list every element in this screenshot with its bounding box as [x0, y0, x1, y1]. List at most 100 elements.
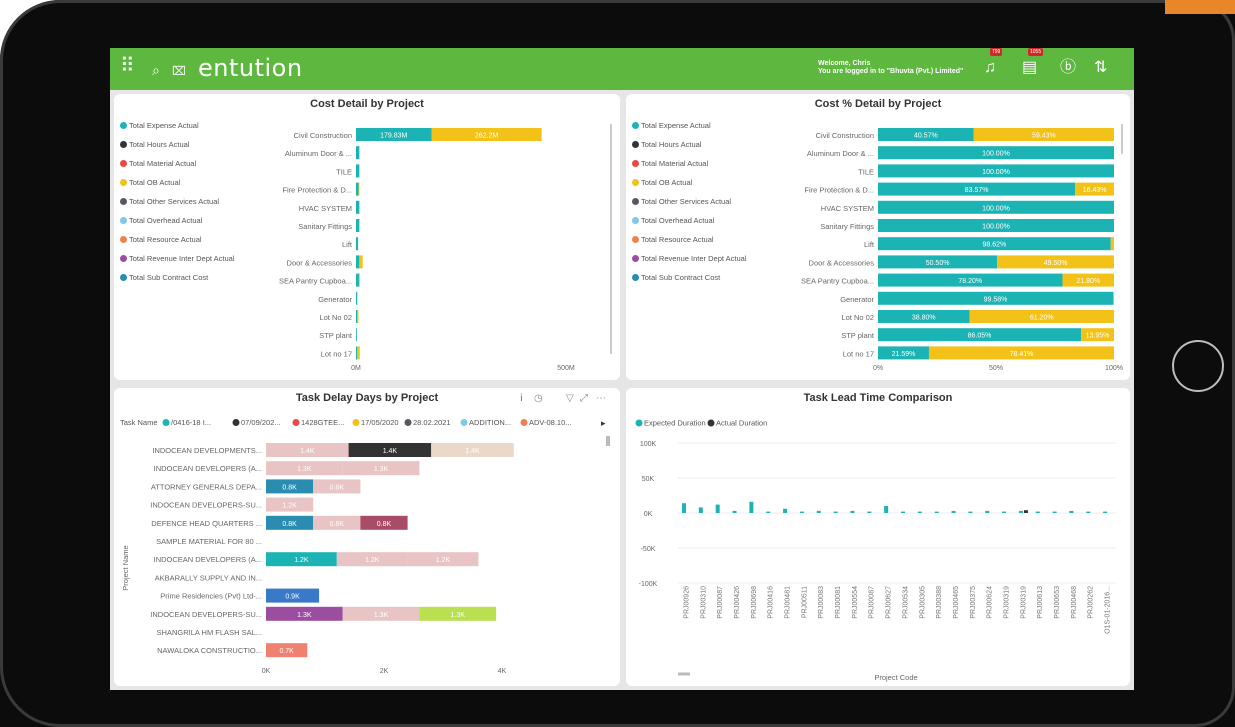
category-label: Lot No 02 — [319, 313, 352, 322]
bar — [901, 511, 905, 513]
category-label: Generator — [840, 295, 874, 304]
bar — [356, 255, 360, 269]
category-label: AKBARALLY SUPPLY AND IN... — [155, 573, 262, 582]
data-label: 0.8K — [330, 521, 345, 528]
y-tick: 50K — [642, 476, 655, 483]
legend-title: Task Name — [120, 418, 158, 427]
bar — [356, 310, 358, 323]
data-label: 1.3K — [451, 612, 466, 619]
legend-dot — [232, 419, 240, 426]
x-tick: PRJ00081 — [835, 586, 842, 619]
category-label: STP plant — [841, 331, 875, 340]
bar — [1103, 511, 1108, 513]
home-button[interactable] — [1172, 340, 1224, 392]
bar — [356, 146, 360, 160]
category-label: INDOCEAN DEVELOPERS (A... — [154, 464, 262, 473]
app-grid-icon[interactable]: ⠿ — [120, 54, 135, 78]
x-tick: PRJ00534 — [902, 586, 909, 619]
x-tick: PRJ00087 — [717, 586, 724, 619]
category-label: DEFENCE HEAD QUARTERS ... — [151, 519, 262, 528]
logo[interactable]: entution — [198, 54, 303, 82]
category-label: SAMPLE MATERIAL FOR 80 ... — [156, 537, 262, 546]
top-bar: ⠿ ⌕ ⌧ entution Welcome, Chris You are lo… — [110, 48, 1134, 90]
x-tick: PRJ00375 — [970, 586, 977, 619]
bar — [917, 511, 922, 513]
data-label: 1.2K — [365, 557, 380, 564]
legend-next-arrow: ▸ — [601, 418, 606, 428]
book-icon[interactable]: ⌧ — [172, 59, 186, 83]
y-tick: 0K — [644, 511, 653, 518]
search-icon[interactable]: ⌕ — [152, 58, 160, 82]
legend-label: Actual Duration — [716, 419, 767, 428]
data-label: 40.57% — [914, 133, 938, 140]
category-label: Door & Accessories — [287, 258, 353, 267]
category-label: HVAC SYSTEM — [299, 204, 352, 213]
data-label: 99.58% — [984, 296, 1008, 303]
cost-detail-chart: Civil Construction 179.83M 262.2M Aluminum … — [279, 124, 612, 372]
x-tick: PRJ00388 — [936, 586, 943, 619]
data-label: 49.50% — [1044, 260, 1068, 267]
task-delay-chart: Task Name/0416-18 I... 07/09/202... 1428GT… — [120, 418, 610, 675]
x-axis-label: Project Code — [874, 673, 917, 682]
bar — [698, 507, 703, 513]
bar — [356, 346, 358, 360]
data-label: 83.57% — [965, 187, 989, 194]
x-tick: PRJ00653 — [1054, 586, 1061, 619]
y-axis-label: Project Name — [121, 545, 130, 590]
clipboard-icon[interactable]: ▤ — [1022, 56, 1037, 80]
data-label: 1.3K — [374, 612, 389, 619]
bell-icon[interactable]: ♫ — [984, 56, 996, 80]
bar — [358, 273, 360, 287]
help-icon[interactable]: ⓑ — [1060, 56, 1076, 80]
bar — [816, 510, 821, 513]
bar — [1035, 511, 1040, 513]
user-settings-icon[interactable]: ⇅ — [1094, 56, 1107, 80]
category-label: Prime Residencies (Pvt) Ltd-... — [160, 592, 262, 601]
category-label: SEA Pantry Cupboa... — [279, 277, 352, 286]
y-tick: -100K — [639, 581, 658, 588]
x-tick: PRJ00627 — [886, 586, 893, 619]
bar — [732, 510, 737, 513]
welcome-text: Welcome, Chris You are logged in to "Bhu… — [818, 60, 963, 76]
bar — [749, 501, 754, 513]
bar — [1018, 510, 1023, 513]
data-label: 100.00% — [982, 205, 1010, 212]
category-label: Sanitary Fittings — [298, 222, 352, 231]
bar — [867, 511, 872, 513]
x-tick: PRJ00624 — [987, 586, 994, 619]
x-tick: 0K — [262, 668, 271, 675]
bar — [985, 510, 990, 513]
category-label: Aluminum Door & ... — [807, 149, 874, 158]
bar — [833, 511, 838, 513]
bar — [682, 503, 686, 513]
x-tick: PRJ00613 — [1037, 586, 1044, 619]
x-tick: PRJ00698 — [751, 586, 758, 619]
legend-label: ADV-08.10... — [529, 418, 572, 427]
data-label: 1.2K — [282, 503, 297, 510]
data-label: 100.00% — [982, 151, 1010, 158]
data-label: 100.00% — [982, 224, 1010, 231]
x-tick: PRJ00319 — [1004, 586, 1011, 619]
bar — [356, 200, 360, 214]
legend-dot — [460, 419, 468, 426]
bar — [356, 164, 360, 178]
category-label: TILE — [336, 167, 352, 176]
data-label: 1.2K — [294, 557, 309, 564]
legend-dot — [520, 419, 528, 426]
bar — [1069, 510, 1074, 513]
category-label: ATTORNEY GENERALS DEPA... — [151, 482, 262, 491]
x-tick: 4K — [498, 668, 507, 675]
data-label: 21.80% — [1076, 278, 1100, 285]
welcome-company: You are logged in to "Bhuvta (Pvt.) Limi… — [818, 68, 964, 75]
bar — [356, 182, 359, 196]
bar — [1113, 291, 1114, 305]
x-tick: PRJ00262 — [1088, 586, 1095, 619]
legend-label: 07/09/202... — [241, 418, 281, 427]
legend-dot — [352, 419, 360, 426]
bar — [1086, 511, 1091, 513]
data-label: 78.41% — [1010, 351, 1034, 358]
category-label: Lift — [342, 240, 353, 249]
corner-accent — [1165, 0, 1235, 14]
x-tick: PRJ00416 — [768, 586, 775, 619]
x-tick: PRJ00481 — [785, 586, 792, 619]
